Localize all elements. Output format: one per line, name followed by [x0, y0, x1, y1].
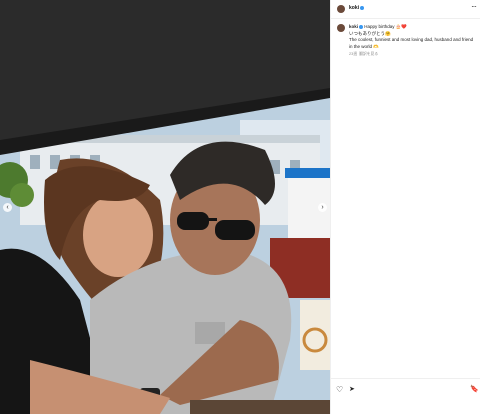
- caption-text: koki Happy birthday 🎂❤️ いつもありがとう🤗 The co…: [349, 24, 475, 58]
- heart-icon[interactable]: ♡: [336, 385, 343, 394]
- caption-emoji-1: 🎂❤️: [395, 24, 408, 29]
- timestamp[interactable]: 23週: [349, 52, 357, 56]
- chevron-left-icon[interactable]: ‹: [3, 203, 12, 212]
- more-options-icon[interactable]: ···: [471, 2, 477, 11]
- bookmark-icon[interactable]: 🔖: [470, 385, 479, 393]
- caption-emoji-3: 🫶: [373, 43, 379, 49]
- chevron-right-icon[interactable]: ›: [318, 203, 327, 212]
- verified-badge-icon: [359, 24, 364, 29]
- avatar[interactable]: [337, 5, 345, 13]
- see-translation-link[interactable]: 翻訳を見る: [359, 52, 378, 56]
- share-icon[interactable]: ➤: [349, 385, 355, 393]
- photo-illustration: [0, 0, 330, 414]
- verified-badge-icon: [360, 5, 365, 10]
- caption-line-1-text: Happy birthday: [364, 24, 395, 29]
- post-photo[interactable]: ‹ ›: [0, 0, 330, 414]
- post-header: koki ···: [331, 0, 480, 19]
- caption-avatar[interactable]: [337, 24, 345, 32]
- caption-line-3-text: The coolest, funniest and most loving da…: [349, 37, 474, 49]
- caption-line-3: The coolest, funniest and most loving da…: [349, 37, 475, 50]
- caption-username[interactable]: koki: [349, 24, 358, 29]
- action-bar: ♡ ➤ 🔖: [331, 378, 480, 401]
- caption-meta: 23週 翻訳を見る: [349, 51, 475, 58]
- post-sidebar: koki ··· koki Happy birthday 🎂❤️ いつもありがと…: [330, 0, 480, 414]
- caption-emoji-2: 🤗: [385, 30, 391, 36]
- username-text[interactable]: koki: [349, 5, 359, 11]
- username[interactable]: koki: [349, 5, 365, 11]
- caption-line-2-text: いつもありがとう: [349, 30, 385, 36]
